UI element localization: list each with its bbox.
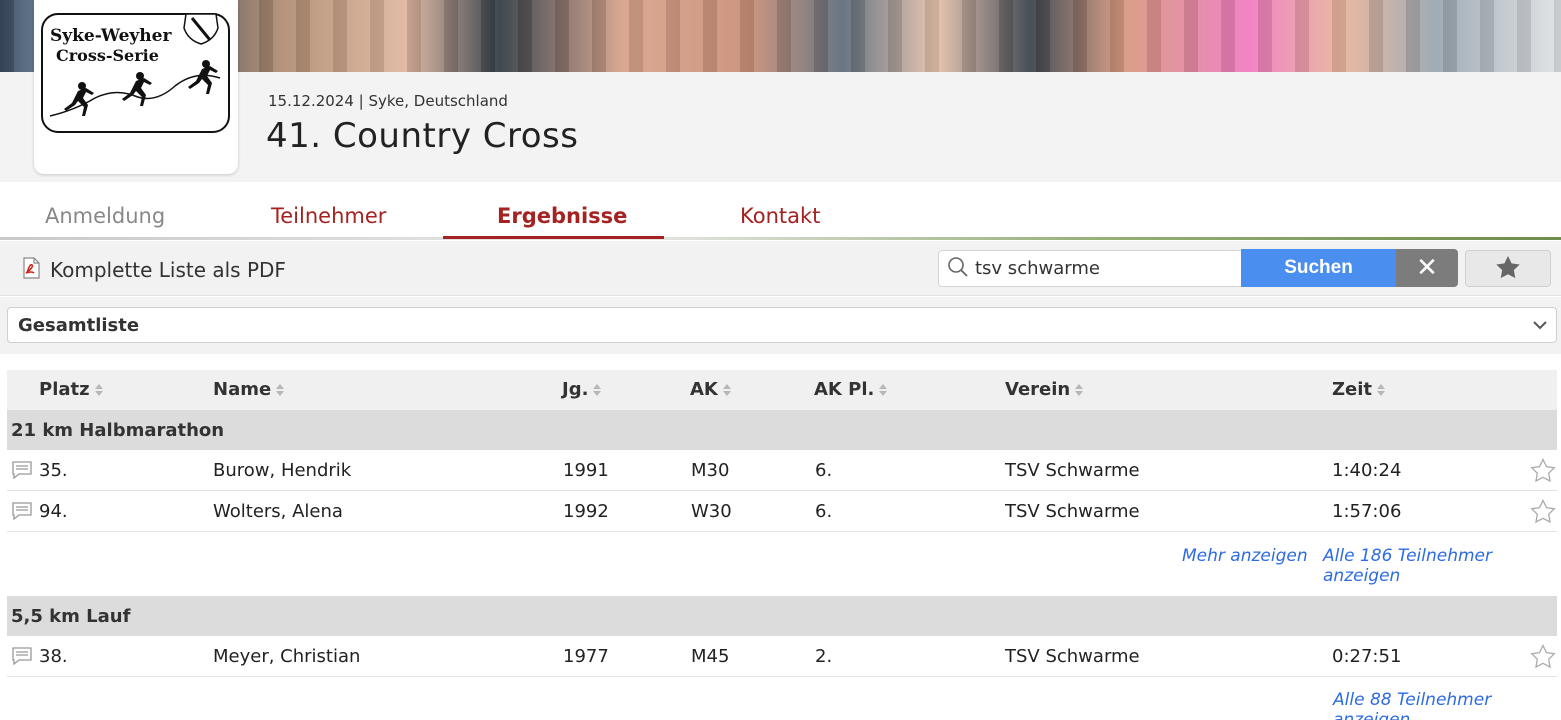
star-icon — [1495, 255, 1521, 283]
column-header-jahrgang[interactable]: Jg. — [562, 379, 602, 400]
cell-jahrgang: 1991 — [563, 460, 609, 481]
group-title: 21 km Halbmarathon — [11, 420, 225, 441]
cell-zeit: 1:40:24 — [1332, 460, 1402, 481]
cell-zeit: 1:57:06 — [1332, 501, 1402, 522]
cell-ak: M30 — [691, 460, 730, 481]
favorite-star-icon[interactable] — [1530, 644, 1556, 672]
cell-ak: W30 — [691, 501, 732, 522]
column-label: Name — [213, 379, 272, 400]
list-select-row: Gesamtliste — [0, 297, 1561, 354]
show-more-link[interactable]: Mehr anzeigen — [1182, 546, 1308, 566]
cell-ak-platz: 6. — [815, 501, 833, 522]
cell-ak-platz: 2. — [815, 646, 833, 667]
search-button[interactable]: Suchen — [1241, 249, 1396, 287]
cell-ak-platz: 6. — [815, 460, 833, 481]
clear-search-button[interactable]: ✕ — [1396, 249, 1458, 287]
cell-verein: TSV Schwarme — [1005, 646, 1140, 667]
active-tab-indicator — [443, 236, 664, 239]
pdf-icon — [20, 257, 42, 283]
column-label: AK Pl. — [814, 379, 875, 400]
main-tabs: Anmeldung Teilnehmer Ergebnisse Kontakt — [0, 182, 1561, 240]
cell-platz: 94. — [39, 501, 68, 522]
sort-icon — [94, 383, 103, 396]
cell-platz: 38. — [39, 646, 68, 667]
event-title: 41. Country Cross — [266, 116, 579, 156]
pdf-link-label: Komplette Liste als PDF — [50, 258, 286, 282]
tab-kontakt[interactable]: Kontakt — [740, 204, 820, 228]
column-label: Verein — [1005, 379, 1071, 400]
cell-jahrgang: 1992 — [563, 501, 609, 522]
column-label: Platz — [39, 379, 90, 400]
logo-text-2: Cross-Serie — [56, 46, 159, 65]
sort-icon — [276, 383, 285, 396]
table-row[interactable]: 94. Wolters, Alena 1992 W30 6. TSV Schwa… — [7, 491, 1557, 532]
event-header: Syke-Weyher Cross-Serie 15.12.2024 | Syk… — [0, 0, 1561, 182]
comment-icon[interactable] — [11, 647, 33, 669]
comment-icon[interactable] — [11, 461, 33, 483]
column-header-ak[interactable]: AK — [690, 379, 731, 400]
cell-name: Wolters, Alena — [213, 501, 343, 522]
favorites-button[interactable] — [1465, 250, 1551, 287]
group-header: 21 km Halbmarathon — [7, 410, 1557, 450]
cell-name: Burow, Hendrik — [213, 460, 352, 481]
tabs-divider — [0, 237, 1561, 240]
column-header-verein[interactable]: Verein — [1005, 379, 1084, 400]
column-header-platz[interactable]: Platz — [39, 379, 103, 400]
cell-verein: TSV Schwarme — [1005, 501, 1140, 522]
tab-ergebnisse[interactable]: Ergebnisse — [497, 204, 627, 228]
column-label: Zeit — [1332, 379, 1373, 400]
cell-name: Meyer, Christian — [213, 646, 361, 667]
event-date-location: 15.12.2024 | Syke, Deutschland — [268, 92, 508, 110]
comment-icon[interactable] — [11, 502, 33, 524]
sort-icon — [1377, 383, 1386, 396]
column-header-name[interactable]: Name — [213, 379, 285, 400]
event-logo: Syke-Weyher Cross-Serie — [34, 0, 238, 174]
list-select-value: Gesamtliste — [18, 314, 140, 336]
show-all-participants-link[interactable]: Alle 88 Teilnehmer anzeigen — [1333, 690, 1561, 720]
cell-verein: TSV Schwarme — [1005, 460, 1140, 481]
favorite-star-icon[interactable] — [1530, 458, 1556, 486]
chevron-down-icon — [1532, 316, 1556, 335]
search-icon — [939, 256, 969, 282]
column-header-ak-platz[interactable]: AK Pl. — [814, 379, 888, 400]
tab-teilnehmer[interactable]: Teilnehmer — [271, 204, 386, 228]
tab-anmeldung[interactable]: Anmeldung — [45, 204, 165, 228]
column-header-zeit[interactable]: Zeit — [1332, 379, 1386, 400]
group-header: 5,5 km Lauf — [7, 596, 1557, 636]
sort-icon — [722, 383, 731, 396]
pdf-download-link[interactable]: Komplette Liste als PDF — [20, 257, 286, 283]
cell-platz: 35. — [39, 460, 68, 481]
search-field[interactable] — [938, 250, 1242, 287]
results-toolbar: Komplette Liste als PDF Suchen ✕ — [0, 241, 1561, 296]
table-row[interactable]: 35. Burow, Hendrik 1991 M30 6. TSV Schwa… — [7, 450, 1557, 491]
show-all-participants-link[interactable]: Alle 186 Teilnehmer anzeigen — [1323, 546, 1561, 586]
close-icon: ✕ — [1416, 253, 1438, 283]
table-row[interactable]: 38. Meyer, Christian 1977 M45 2. TSV Sch… — [7, 636, 1557, 677]
list-select[interactable]: Gesamtliste — [7, 307, 1557, 343]
search-input[interactable] — [975, 258, 1225, 279]
group-title: 5,5 km Lauf — [11, 606, 131, 627]
cell-ak: M45 — [691, 646, 730, 667]
sort-icon — [879, 383, 888, 396]
column-label: AK — [690, 379, 718, 400]
cell-zeit: 0:27:51 — [1332, 646, 1402, 667]
sort-icon — [593, 383, 602, 396]
column-label: Jg. — [562, 379, 589, 400]
logo-text-1: Syke-Weyher — [50, 26, 172, 46]
cell-jahrgang: 1977 — [563, 646, 609, 667]
favorite-star-icon[interactable] — [1530, 499, 1556, 527]
results-table-header: Platz Name Jg. AK AK Pl. Verein Zeit — [7, 370, 1557, 410]
sort-icon — [1075, 383, 1084, 396]
